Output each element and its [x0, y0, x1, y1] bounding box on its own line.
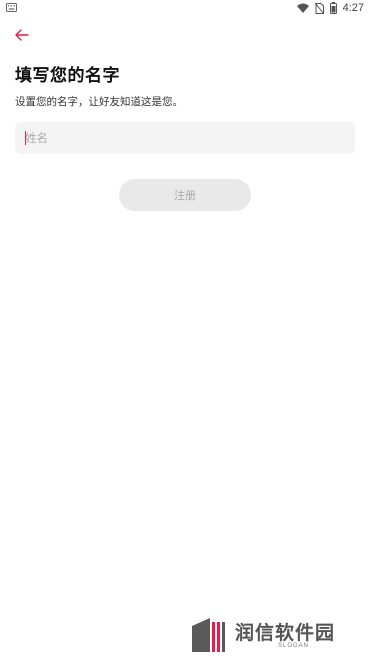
back-button[interactable]: [10, 25, 34, 45]
back-arrow-icon: [15, 29, 29, 41]
watermark-slogan: SLOGAN: [278, 643, 310, 649]
page-subtitle: 设置您的名字，让好友知道这是您。: [15, 96, 183, 108]
watermark: 润信软件园 SLOGAN: [190, 614, 365, 654]
battery-icon: [329, 2, 337, 14]
page-title: 填写您的名字: [15, 66, 120, 86]
status-bar: 4:27: [0, 0, 370, 16]
status-icons: 4:27: [296, 1, 364, 15]
name-input[interactable]: [15, 122, 355, 154]
wifi-icon: [296, 3, 309, 13]
keyboard-icon: [6, 3, 17, 12]
register-button[interactable]: 注册: [119, 179, 251, 211]
watermark-text: 润信软件园: [235, 622, 336, 644]
no-sim-icon: [314, 2, 324, 14]
watermark-logo-icon: [192, 618, 225, 652]
status-time: 4:27: [342, 2, 364, 14]
name-field[interactable]: [15, 122, 355, 154]
